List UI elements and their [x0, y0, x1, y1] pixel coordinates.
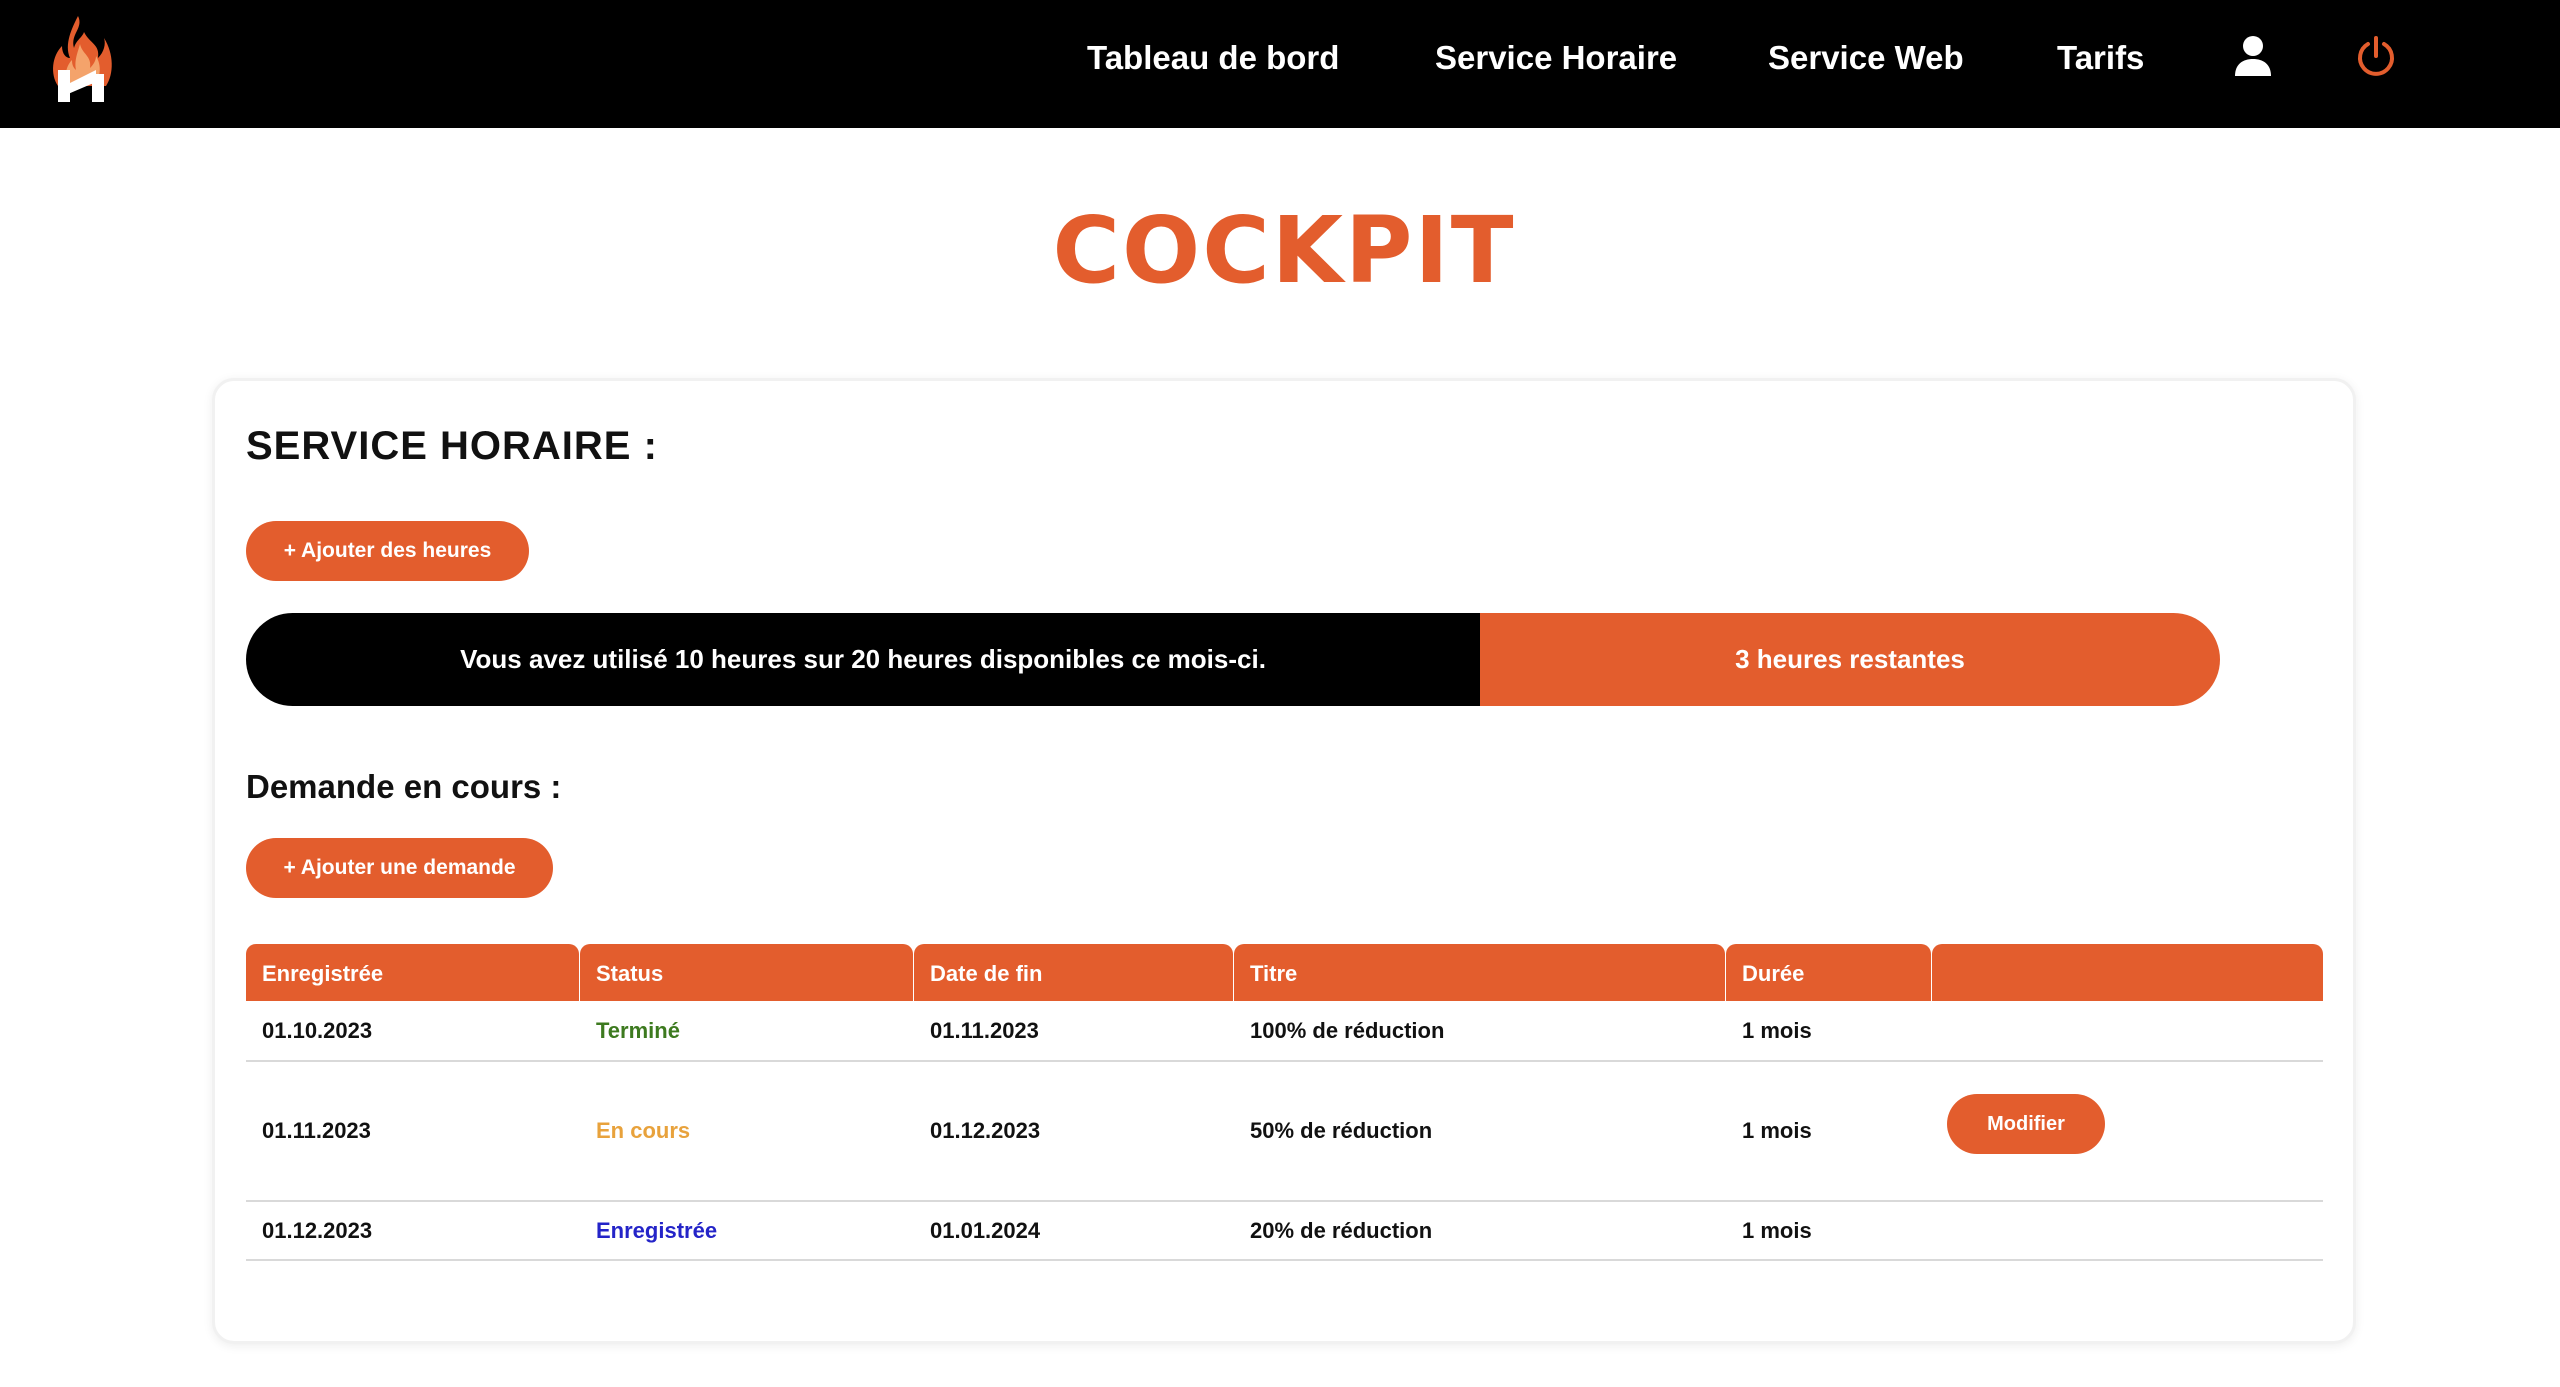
nav-tarifs[interactable]: Tarifs	[2057, 36, 2144, 80]
user-icon[interactable]	[2231, 34, 2275, 78]
nav-service-horaire[interactable]: Service Horaire	[1435, 36, 1677, 80]
flame-h-logo-icon[interactable]	[48, 14, 116, 104]
column-header-registered: Enregistrée	[246, 944, 579, 1001]
cell-title: 50% de réduction	[1250, 1118, 1433, 1143]
top-navbar: Tableau de bord Service Horaire Service …	[0, 0, 2560, 128]
cell-registered: 01.10.2023	[262, 1017, 373, 1043]
column-header-status: Status	[580, 944, 913, 1001]
cell-end-date: 01.11.2023	[930, 1017, 1039, 1043]
cell-title: 100% de réduction	[1250, 1017, 1445, 1043]
cell-registered: 01.11.2023	[262, 1118, 371, 1143]
cell-duration: 1 mois	[1742, 1217, 1812, 1243]
cell-duration: 1 mois	[1742, 1118, 1812, 1143]
cell-end-date: 01.01.2024	[930, 1217, 1041, 1243]
cell-status: Enregistrée	[596, 1217, 718, 1243]
section-title-service-horaire: SERVICE HORAIRE :	[246, 424, 658, 468]
cell-duration: 1 mois	[1742, 1017, 1812, 1043]
cell-action: Modifier	[1931, 1062, 2105, 1200]
add-hours-button[interactable]: + Ajouter des heures	[246, 521, 529, 581]
cell-end-date: 01.12.2023	[930, 1118, 1041, 1143]
hours-remaining-text: 3 heures restantes	[1480, 613, 2220, 706]
table-row: 01.12.2023 Enregistrée 01.01.2024 20% de…	[246, 1202, 2323, 1261]
page-title: COCKPIT	[1052, 197, 1516, 304]
modify-button[interactable]: Modifier	[1947, 1094, 2105, 1154]
requests-title: Demande en cours :	[246, 768, 562, 805]
table-row: 01.10.2023 Terminé 01.11.2023 100% de ré…	[246, 1001, 2323, 1062]
column-header-action	[1932, 944, 2323, 1001]
column-header-end-date: Date de fin	[914, 944, 1233, 1001]
nav-tableau-de-bord[interactable]: Tableau de bord	[1087, 36, 1339, 80]
cell-status: En cours	[596, 1118, 691, 1143]
hours-used-text: Vous avez utilisé 10 heures sur 20 heure…	[246, 613, 1480, 706]
table-header: Enregistrée Status Date de fin Titre Dur…	[246, 944, 2323, 1001]
column-header-duration: Durée	[1726, 944, 1931, 1001]
power-icon[interactable]	[2354, 34, 2398, 78]
cell-title: 20% de réduction	[1250, 1217, 1433, 1243]
table-row: 01.11.2023 En cours 01.12.2023 50% de ré…	[246, 1062, 2323, 1202]
hours-usage-bar: Vous avez utilisé 10 heures sur 20 heure…	[246, 613, 2220, 706]
add-request-button[interactable]: + Ajouter une demande	[246, 838, 553, 898]
column-header-title: Titre	[1234, 944, 1725, 1001]
cell-registered: 01.12.2023	[262, 1217, 373, 1243]
cell-status: Terminé	[596, 1017, 680, 1043]
nav-service-web[interactable]: Service Web	[1768, 36, 1964, 80]
requests-table: Enregistrée Status Date de fin Titre Dur…	[246, 944, 2323, 1261]
